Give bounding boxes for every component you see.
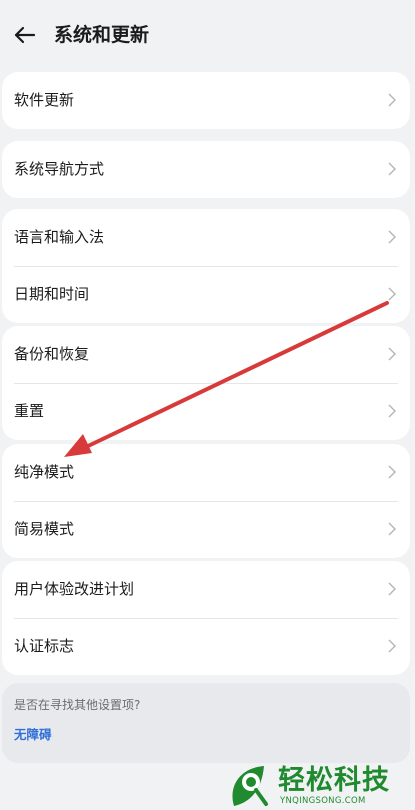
list-item-system-navigation[interactable]: 系统导航方式 <box>2 141 410 198</box>
list-item-label: 用户体验改进计划 <box>14 580 135 598</box>
watermark-title: 轻松科技 <box>278 765 390 796</box>
list-item-label: 认证标志 <box>14 637 75 655</box>
settings-group-modes: 纯净模式 简易模式 <box>2 444 410 558</box>
chevron-right-icon <box>388 582 396 596</box>
top-bar: 系统和更新 <box>0 0 415 68</box>
chevron-right-icon <box>388 465 396 479</box>
chevron-right-icon <box>388 162 396 176</box>
list-item-label: 备份和恢复 <box>14 345 90 363</box>
list-item-label: 重置 <box>14 402 45 420</box>
list-item-user-experience[interactable]: 用户体验改进计划 <box>2 561 410 618</box>
search-suggestion-question: 是否在寻找其他设置项? <box>14 698 141 712</box>
settings-group-language-time: 语言和输入法 日期和时间 <box>2 209 410 323</box>
settings-group-backup-reset: 备份和恢复 重置 <box>2 326 410 440</box>
list-item-backup-restore[interactable]: 备份和恢复 <box>2 326 410 383</box>
settings-group-experience: 用户体验改进计划 认证标志 <box>2 561 410 675</box>
chevron-right-icon <box>388 522 396 536</box>
list-item-certification[interactable]: 认证标志 <box>2 618 410 675</box>
watermark-logo: 轻松科技 YNQINGSONG.COM <box>226 764 412 810</box>
list-item-label: 日期和时间 <box>14 285 90 303</box>
list-item-label: 语言和输入法 <box>14 228 105 246</box>
chevron-right-icon <box>388 639 396 653</box>
settings-group-navigation: 系统导航方式 <box>2 141 410 198</box>
list-item-label: 简易模式 <box>14 520 75 538</box>
chevron-right-icon <box>388 347 396 361</box>
watermark-subtitle: YNQINGSONG.COM <box>280 796 366 806</box>
chevron-right-icon <box>388 287 396 301</box>
list-item-date-time[interactable]: 日期和时间 <box>2 266 410 323</box>
list-item-language-input[interactable]: 语言和输入法 <box>2 209 410 266</box>
list-item-pure-mode[interactable]: 纯净模式 <box>2 444 410 501</box>
chevron-right-icon <box>388 93 396 107</box>
list-item-label: 纯净模式 <box>14 463 75 481</box>
list-item-reset[interactable]: 重置 <box>2 383 410 440</box>
list-item-label: 系统导航方式 <box>14 160 105 178</box>
chevron-right-icon <box>388 230 396 244</box>
accessibility-link[interactable]: 无障碍 <box>14 724 52 743</box>
chevron-right-icon <box>388 404 396 418</box>
list-item-software-update[interactable]: 软件更新 <box>2 72 410 129</box>
search-suggestion-card: 是否在寻找其他设置项? 无障碍 <box>2 683 410 763</box>
list-item-simple-mode[interactable]: 简易模式 <box>2 501 410 558</box>
leaf-logo-icon <box>232 766 268 806</box>
list-item-label: 软件更新 <box>14 91 75 109</box>
arrow-left-icon <box>14 26 36 44</box>
settings-group-updates: 软件更新 <box>2 72 410 129</box>
back-button[interactable] <box>10 20 40 50</box>
page-title: 系统和更新 <box>54 24 150 46</box>
